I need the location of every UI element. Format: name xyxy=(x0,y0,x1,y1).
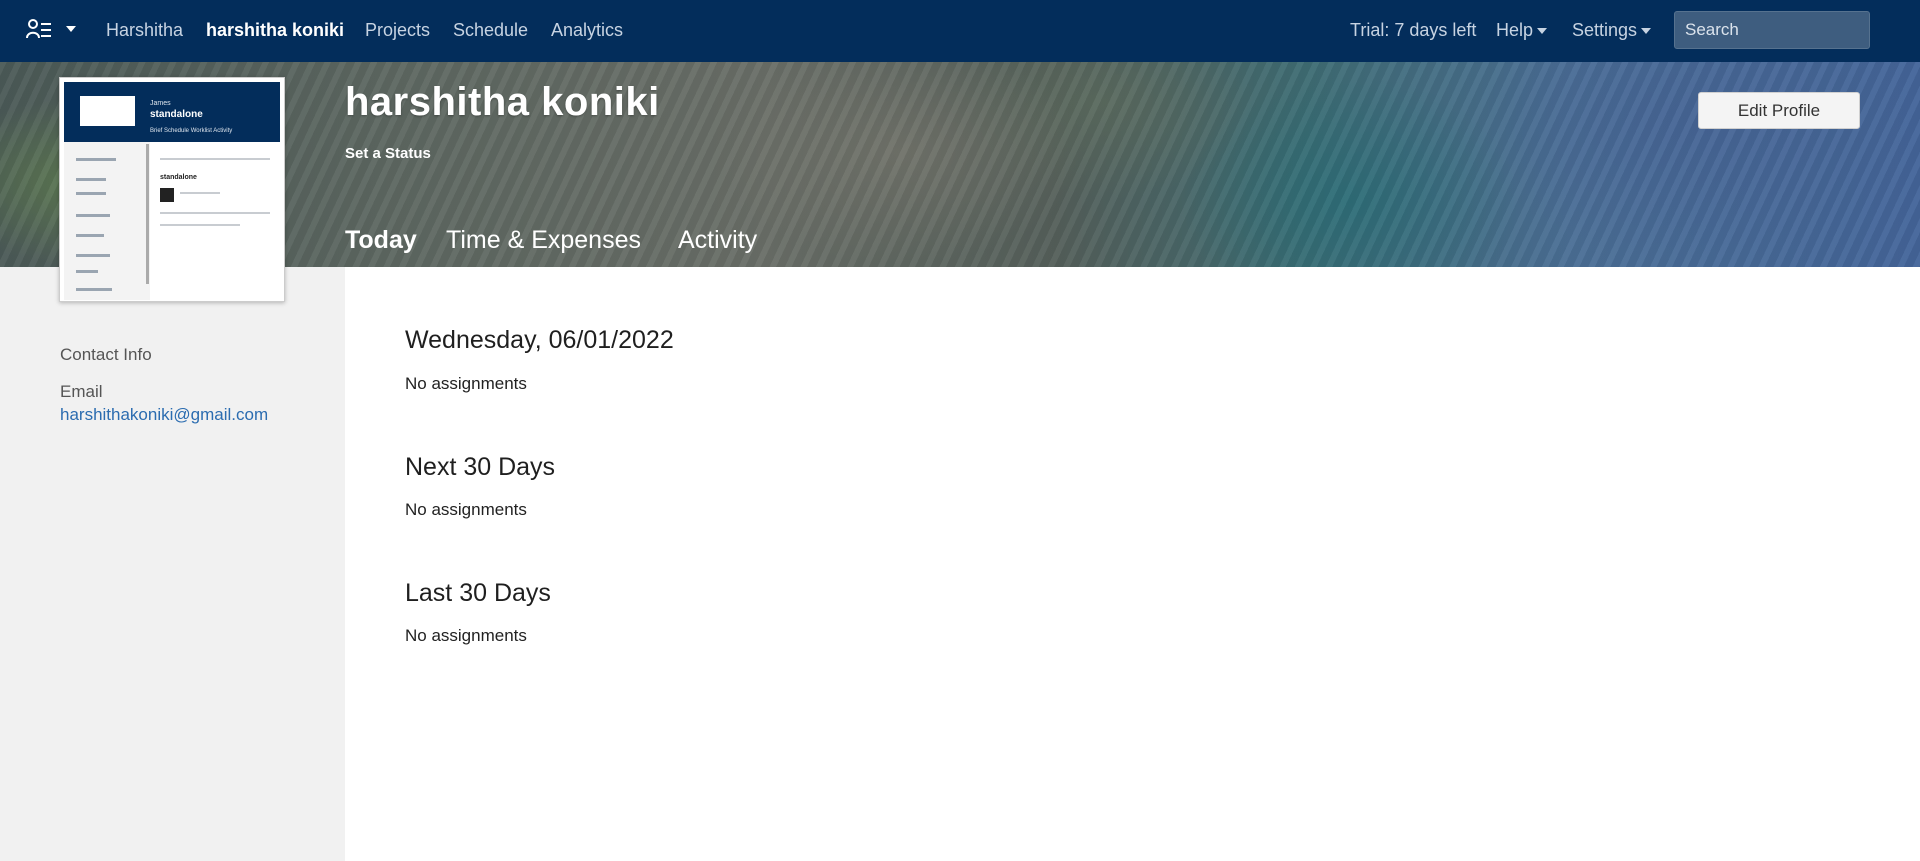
nav-link-schedule[interactable]: Schedule xyxy=(453,20,528,41)
help-menu[interactable]: Help xyxy=(1496,20,1548,41)
email-label: Email xyxy=(60,382,103,401)
tab-time-expenses[interactable]: Time & Expenses xyxy=(446,226,641,255)
nav-link-profile[interactable]: harshitha koniki xyxy=(206,20,344,41)
last-30-days-heading: Last 30 Days xyxy=(405,579,551,607)
nav-link-projects[interactable]: Projects xyxy=(365,20,430,41)
thumbnail-line xyxy=(76,158,116,161)
thumbnail-line xyxy=(76,270,98,273)
thumbnail-line xyxy=(76,192,106,195)
thumbnail-line xyxy=(76,288,112,291)
search-input[interactable] xyxy=(1674,11,1870,49)
thumbnail-header: James standalone Brief Schedule Worklist… xyxy=(64,82,280,142)
chevron-down-icon xyxy=(1537,28,1548,35)
profile-banner xyxy=(0,62,1920,267)
email-link[interactable]: harshithakoniki@gmail.com xyxy=(60,405,268,425)
today-assignments: No assignments xyxy=(405,374,527,393)
contact-info-heading: Contact Info xyxy=(60,345,152,364)
thumbnail-line xyxy=(180,192,220,194)
thumbnail-name: standalone xyxy=(150,109,203,120)
thumbnail-logo xyxy=(80,96,135,126)
settings-menu[interactable]: Settings xyxy=(1572,20,1652,41)
tab-today[interactable]: Today xyxy=(345,226,417,255)
top-navbar: Harshitha harshitha koniki Projects Sche… xyxy=(0,0,1920,62)
chevron-down-icon xyxy=(66,26,76,32)
last-30-days-assignments: No assignments xyxy=(405,626,527,645)
thumbnail-line xyxy=(76,178,106,181)
trial-link[interactable]: Trial: 7 days left xyxy=(1350,20,1476,41)
thumbnail-line xyxy=(76,254,110,257)
edit-profile-button[interactable]: Edit Profile xyxy=(1698,92,1860,129)
tab-activity[interactable]: Activity xyxy=(678,226,757,255)
next-30-days-assignments: No assignments xyxy=(405,500,527,519)
nav-link-harshitha[interactable]: Harshitha xyxy=(106,20,183,41)
left-sidebar xyxy=(0,267,345,861)
today-date-heading: Wednesday, 06/01/2022 xyxy=(405,326,674,354)
next-30-days-heading: Next 30 Days xyxy=(405,453,556,481)
help-label: Help xyxy=(1496,20,1534,40)
thumbnail-sidebar xyxy=(64,142,150,300)
thumbnail-scrollbar xyxy=(146,144,149,284)
thumbnail-section: standalone xyxy=(160,174,197,181)
thumbnail-line xyxy=(160,212,270,214)
thumbnail-tabs: Brief Schedule Worklist Activity xyxy=(150,128,233,134)
profile-picture[interactable]: James standalone Brief Schedule Worklist… xyxy=(59,77,285,302)
nav-link-analytics[interactable]: Analytics xyxy=(551,20,623,41)
profile-name: harshitha koniki xyxy=(345,80,660,124)
people-list-icon xyxy=(26,18,52,40)
set-status-link[interactable]: Set a Status xyxy=(345,145,431,162)
thumbnail-line xyxy=(160,224,240,226)
thumbnail-line xyxy=(76,234,104,237)
app-menu-button[interactable] xyxy=(26,18,76,40)
chevron-down-icon xyxy=(1641,28,1652,35)
thumbnail-card xyxy=(160,188,174,202)
thumbnail-line xyxy=(160,158,270,160)
thumbnail-user: James xyxy=(150,100,171,107)
settings-label: Settings xyxy=(1572,20,1638,40)
thumbnail-line xyxy=(76,214,110,217)
